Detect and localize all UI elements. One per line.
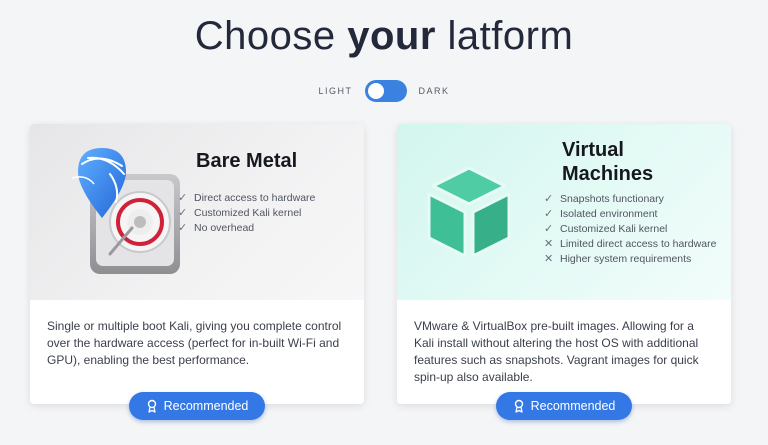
feature-item: ✓ Customized Kali kernel (178, 206, 315, 221)
feature-list: ✓ Direct access to hardware ✓ Customized K… (178, 191, 315, 236)
bare-metal-card[interactable]: Bare Metal ✓ Direct access to hardware ✓ C… (30, 124, 364, 404)
card-description: VMware & VirtualBox pre-built images. Al… (414, 319, 699, 384)
cross-icon: ✕ (544, 238, 554, 250)
feature-text: Direct access to hardware (194, 192, 316, 204)
card-title: Virtual Machines (562, 139, 654, 185)
feature-text: Customized Kali kernel (194, 207, 302, 219)
card-header-area: Virtual Machines ✓ Snapshots functionary … (397, 124, 731, 300)
feature-item: ✕ Limited direct access to hardware (544, 237, 724, 252)
hard-drive-kali-icon (71, 148, 180, 274)
toggle-knob (367, 83, 384, 99)
recommended-button[interactable]: Recommended (129, 392, 265, 420)
title-bold: your (347, 14, 436, 58)
button-label: Recommended (163, 399, 249, 413)
light-label: LIGHT (318, 86, 353, 96)
feature-text: Isolated environment (560, 208, 658, 220)
card-description: Single or multiple boot Kali, giving you… (47, 319, 342, 367)
theme-toggle-row: LIGHT DARK (0, 80, 768, 102)
check-icon: ✓ (544, 193, 554, 205)
feature-text: No overhead (194, 222, 255, 234)
card-header-area: Bare Metal ✓ Direct access to hardware ✓ C… (30, 124, 364, 300)
feature-text: Snapshots functionary (560, 193, 664, 205)
feature-text: Customized Kali kernel (560, 223, 668, 235)
check-icon: ✓ (178, 222, 188, 234)
feature-item: ✓ Snapshots functionary (544, 192, 724, 207)
award-badge-icon (514, 399, 523, 413)
title-suffix: latform (435, 14, 574, 58)
feature-item: ✓ No overhead (178, 221, 315, 236)
cross-icon: ✕ (544, 253, 554, 265)
feature-item: ✓ Isolated environment (544, 207, 724, 222)
dark-label: DARK (418, 86, 450, 96)
theme-toggle-switch[interactable] (364, 80, 407, 102)
virtual-machines-card[interactable]: Virtual Machines ✓ Snapshots functionary … (397, 124, 731, 404)
feature-text: Limited direct access to hardware (560, 238, 717, 250)
check-icon: ✓ (544, 208, 554, 220)
recommended-button[interactable]: Recommended (496, 392, 632, 420)
button-label: Recommended (530, 399, 616, 413)
feature-list: ✓ Snapshots functionary ✓ Isolated environ… (544, 192, 724, 267)
feature-text: Higher system requirements (560, 253, 692, 265)
feature-item: ✓ Customized Kali kernel (544, 222, 724, 237)
check-icon: ✓ (178, 192, 188, 204)
page-title: Choose your latform (0, 14, 768, 59)
check-icon: ✓ (178, 207, 188, 219)
feature-item: ✕ Higher system requirements (544, 252, 724, 267)
check-icon: ✓ (544, 223, 554, 235)
card-title: Bare Metal (196, 150, 298, 172)
feature-item: ✓ Direct access to hardware (178, 191, 315, 206)
title-prefix: Choose (194, 14, 348, 58)
cube-icon (427, 166, 511, 258)
award-badge-icon (147, 399, 156, 413)
